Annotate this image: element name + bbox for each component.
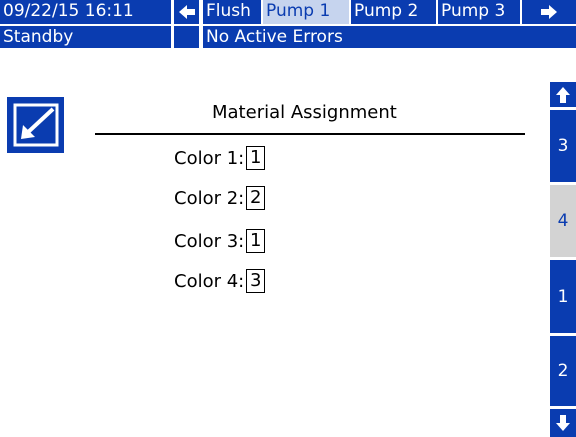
color-3-field[interactable]: 1 <box>246 229 266 253</box>
edit-button[interactable] <box>7 97 64 153</box>
sidebar-item-2[interactable]: 2 <box>550 336 576 406</box>
scroll-up-button[interactable] <box>550 82 576 107</box>
page-title: Material Assignment <box>212 102 397 123</box>
color-1-label: Color 1: <box>174 147 245 169</box>
datetime-display: 09/22/15 16:11 <box>0 0 171 24</box>
right-arrow-icon <box>541 5 557 19</box>
color-3-row: Color 3: 1 <box>174 228 266 254</box>
color-4-row: Color 4: 3 <box>174 268 266 294</box>
system-status: Standby <box>0 26 171 48</box>
left-arrow-icon <box>178 5 195 19</box>
up-arrow-icon <box>556 86 570 103</box>
tab-pump-2[interactable]: Pump 2 <box>351 0 436 24</box>
color-4-label: Color 4: <box>174 270 245 292</box>
scroll-down-button[interactable] <box>550 409 576 437</box>
error-status: No Active Errors <box>203 26 576 48</box>
title-divider <box>95 133 525 135</box>
color-3-label: Color 3: <box>174 230 245 252</box>
color-2-field[interactable]: 2 <box>246 186 266 210</box>
tab-pump-1[interactable]: Pump 1 <box>263 0 349 24</box>
color-4-field[interactable]: 3 <box>246 269 266 293</box>
down-arrow-icon <box>556 415 570 431</box>
color-2-row: Color 2: 2 <box>174 185 266 211</box>
tab-scroll-right-button[interactable] <box>522 0 576 24</box>
edit-icon <box>13 103 58 147</box>
tab-pump-3[interactable]: Pump 3 <box>438 0 520 24</box>
color-1-field[interactable]: 1 <box>246 146 266 170</box>
sidebar-item-3[interactable]: 3 <box>550 110 576 182</box>
tab-scroll-left-button[interactable] <box>174 0 199 24</box>
sidebar-item-1[interactable]: 1 <box>550 260 576 333</box>
color-1-row: Color 1: 1 <box>174 145 266 171</box>
sidebar-item-4[interactable]: 4 <box>550 185 576 257</box>
status-spacer <box>174 26 199 48</box>
tab-flush[interactable]: Flush <box>203 0 261 24</box>
color-2-label: Color 2: <box>174 187 245 209</box>
